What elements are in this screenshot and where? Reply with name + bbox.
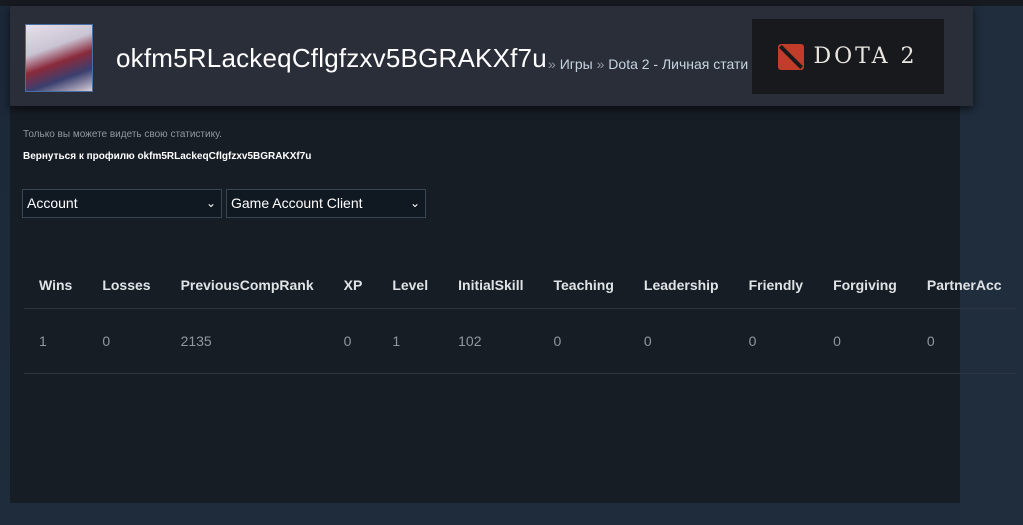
breadcrumb-current-page[interactable]: Dota 2 - Личная статистика	[608, 56, 748, 72]
chevron-down-icon: ⌄	[409, 196, 420, 210]
column-header: InitialSkill	[443, 262, 539, 309]
table-cell: 0	[87, 309, 166, 374]
stat-subcategory-value: Game Account Client	[231, 195, 363, 211]
private-stats-note: Только вы можете видеть свою статистику.	[23, 129, 222, 140]
column-header: XP	[328, 262, 378, 309]
page: okfm5RLackeqCflgfzxv5BGRAKXf7u » Игры » …	[0, 0, 1023, 525]
back-to-profile-link[interactable]: Вернуться к профилю okfm5RLackeqCflgfzxv…	[23, 151, 311, 162]
stat-category-select[interactable]: Account ⌄	[22, 189, 222, 218]
column-header: Leadership	[628, 262, 734, 309]
table-cell: 0	[328, 309, 378, 374]
table-row: 1 0 2135 0 1 102 0 0 0 0 0	[24, 309, 1017, 374]
breadcrumb-separator: »	[548, 56, 556, 72]
table-cell: 0	[538, 309, 629, 374]
table-cell: 1	[24, 309, 88, 374]
column-header: Forgiving	[818, 262, 912, 309]
column-header: Losses	[87, 262, 166, 309]
table-cell: 0	[628, 309, 734, 374]
avatar[interactable]	[25, 24, 93, 92]
table-cell: 0	[911, 309, 1017, 374]
stats-table: Wins Losses PreviousCompRank XP Level In…	[24, 262, 1017, 374]
column-header: Friendly	[733, 262, 819, 309]
table-cell: 0	[818, 309, 912, 374]
column-header: Wins	[24, 262, 88, 309]
breadcrumb-games-link[interactable]: Игры	[560, 56, 593, 72]
column-header: Level	[377, 262, 444, 309]
game-logo-text: DOTA 2	[813, 44, 918, 69]
column-header: Teaching	[538, 262, 629, 309]
table-cell: 0	[733, 309, 819, 374]
stat-subcategory-select[interactable]: Game Account Client ⌄	[226, 189, 426, 218]
breadcrumb: » Игры » Dota 2 - Личная статистика	[548, 56, 748, 72]
table-cell: 1	[377, 309, 444, 374]
profile-username[interactable]: okfm5RLackeqCflgfzxv5BGRAKXf7u	[116, 43, 547, 74]
dota-logo-icon	[778, 43, 805, 70]
stats-header-row: Wins Losses PreviousCompRank XP Level In…	[24, 262, 1017, 309]
chevron-down-icon: ⌄	[205, 196, 216, 210]
column-header: PreviousCompRank	[165, 262, 329, 309]
table-cell: 2135	[165, 309, 329, 374]
table-cell: 102	[443, 309, 539, 374]
game-logo[interactable]: DOTA 2	[752, 19, 944, 94]
stat-category-value: Account	[27, 195, 78, 211]
breadcrumb-separator: »	[596, 56, 605, 72]
column-header: PartnerAcc	[911, 262, 1017, 309]
